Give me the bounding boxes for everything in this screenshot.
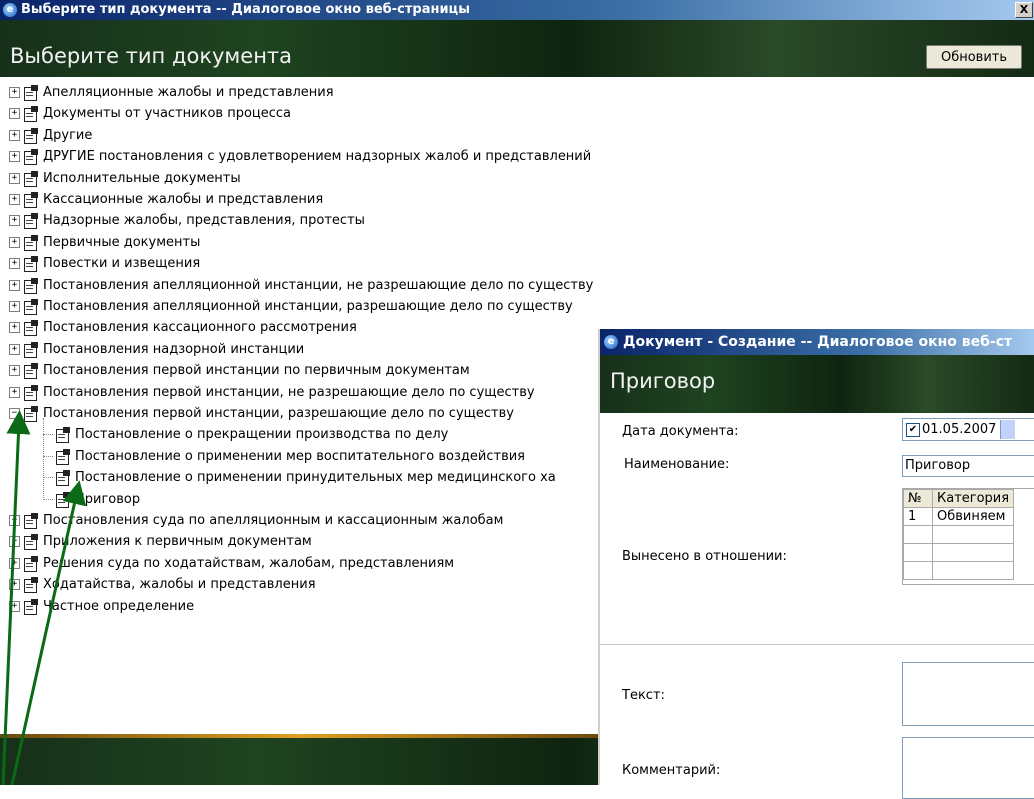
arrow-to-expanded-node — [1, 410, 31, 785]
arrow-to-prigovor — [10, 480, 87, 785]
annotation-arrows — [1, 410, 87, 785]
